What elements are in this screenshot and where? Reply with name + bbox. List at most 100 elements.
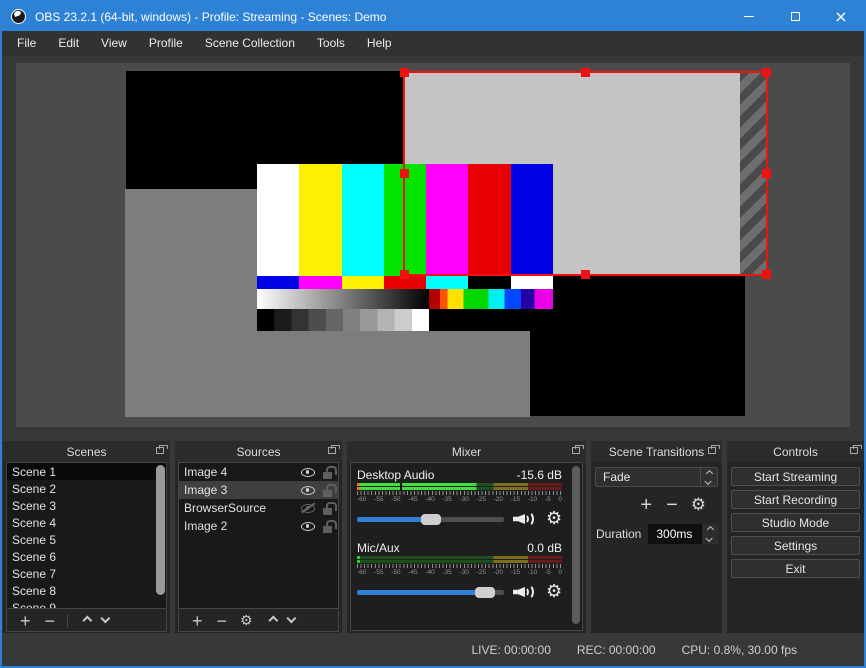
visibility-eye-icon[interactable] [301, 467, 315, 477]
cpu-fps-stats: CPU: 0.8%, 30.00 fps [681, 642, 797, 657]
scene-list-item[interactable]: Scene 2 [7, 480, 166, 497]
volume-slider[interactable] [357, 586, 504, 598]
remove-scene-button[interactable]: − [45, 612, 56, 630]
source-list-item[interactable]: Image 2 [179, 517, 338, 535]
unlock-icon[interactable] [323, 483, 337, 497]
move-source-up-button[interactable] [267, 615, 278, 626]
float-panel-icon[interactable] [328, 445, 340, 454]
volume-meter [357, 556, 562, 563]
colorbars-steps-row [257, 309, 553, 331]
scene-list-item[interactable]: Scene 3 [7, 497, 166, 514]
scene-list-item[interactable]: Scene 4 [7, 514, 166, 531]
resize-handle-mid-right[interactable] [762, 168, 771, 178]
mixer-panel: Mixer Desktop Audio -15.6 dB -60 -55 -50-… [347, 441, 586, 633]
menu-edit[interactable]: Edit [47, 31, 90, 56]
source-list-item[interactable]: BrowserSource [179, 499, 338, 517]
start-recording-button[interactable]: Start Recording [731, 490, 860, 509]
visibility-eye-icon[interactable] [301, 485, 315, 495]
video-canvas[interactable] [16, 63, 850, 427]
resize-handle-bottom-left[interactable] [400, 270, 409, 279]
menu-tools[interactable]: Tools [306, 31, 356, 56]
resize-handle-top-right[interactable] [762, 68, 771, 77]
mixer-panel-title: Mixer [451, 444, 482, 459]
speaker-mute-icon[interactable] [512, 510, 536, 528]
transition-properties-gear-icon[interactable]: ⚙ [691, 496, 706, 514]
unlock-icon[interactable] [323, 465, 337, 479]
float-panel-icon[interactable] [156, 445, 168, 454]
volume-slider-handle[interactable] [474, 586, 495, 598]
channel-settings-gear-icon[interactable]: ⚙ [546, 510, 562, 528]
maximize-button[interactable] [772, 2, 818, 31]
start-streaming-button[interactable]: Start Streaming [731, 467, 860, 486]
menu-profile[interactable]: Profile [138, 31, 194, 56]
resize-handle-bottom-mid[interactable] [580, 270, 590, 279]
channel-name: Desktop Audio [357, 468, 435, 482]
scenes-toolbar: + − [6, 610, 167, 632]
transitions-panel-header: Scene Transitions [591, 441, 722, 462]
scene-list-item[interactable]: Scene 5 [7, 531, 166, 548]
volume-slider-handle[interactable] [420, 513, 441, 525]
move-scene-up-button[interactable] [82, 615, 93, 626]
remove-transition-button[interactable]: − [666, 495, 678, 515]
float-panel-icon[interactable] [708, 445, 720, 454]
sources-list: Image 4 Image 3 BrowserSource Image 2 [178, 462, 339, 609]
source-properties-gear-icon[interactable]: ⚙ [240, 614, 253, 628]
add-transition-button[interactable]: + [640, 495, 652, 515]
menu-view[interactable]: View [90, 31, 138, 56]
menu-help[interactable]: Help [356, 31, 403, 56]
visibility-eye-icon[interactable] [301, 521, 315, 531]
rec-time: REC: 00:00:00 [576, 642, 656, 657]
menu-file[interactable]: File [6, 31, 47, 56]
meter-ticks [357, 491, 562, 495]
resize-handle-top-mid[interactable] [580, 68, 590, 77]
scenes-scrollbar[interactable] [156, 465, 165, 595]
chevron-down-icon [704, 477, 712, 485]
mixer-scrollbar[interactable] [572, 466, 580, 624]
close-button[interactable]: × [818, 2, 864, 31]
resize-handle-bottom-right[interactable] [762, 270, 771, 279]
float-panel-icon[interactable] [850, 445, 862, 454]
remove-source-button[interactable]: − [217, 612, 228, 630]
transition-selected-value: Fade [603, 470, 631, 484]
channel-settings-gear-icon[interactable]: ⚙ [546, 583, 562, 601]
scenes-list: Scene 1 Scene 2 Scene 3 Scene 4 Scene 5 … [6, 462, 167, 609]
source-list-item[interactable]: Image 4 [179, 463, 338, 481]
minimize-icon [744, 16, 754, 17]
menubar: File Edit View Profile Scene Collection … [2, 31, 864, 56]
resize-handle-mid-left[interactable] [400, 168, 409, 178]
maximize-icon [790, 12, 800, 21]
unlock-icon[interactable] [323, 519, 337, 533]
resize-handle-top-left[interactable] [400, 68, 409, 77]
move-scene-down-button[interactable] [100, 613, 111, 624]
source-list-item[interactable]: Image 3 [179, 481, 338, 499]
add-scene-button[interactable]: + [20, 612, 31, 630]
menu-scene-collection[interactable]: Scene Collection [194, 31, 306, 56]
unlock-icon[interactable] [323, 501, 337, 515]
duration-value[interactable]: 300ms [648, 524, 702, 544]
exit-button[interactable]: Exit [731, 559, 860, 578]
scene-list-item[interactable]: Scene 1 [7, 463, 166, 480]
move-source-down-button[interactable] [286, 613, 296, 624]
obs-window: OBS 23.2.1 (64-bit, windows) - Profile: … [0, 0, 866, 668]
transition-select[interactable]: Fade [595, 467, 718, 487]
settings-button[interactable]: Settings [731, 536, 860, 555]
combo-arrows[interactable] [700, 468, 717, 486]
float-panel-icon[interactable] [572, 445, 584, 454]
studio-mode-button[interactable]: Studio Mode [731, 513, 860, 532]
scene-list-item[interactable]: Scene 8 [7, 582, 166, 599]
source-selection-box[interactable] [400, 68, 771, 279]
visibility-eye-off-icon[interactable] [301, 503, 315, 513]
add-source-button[interactable]: + [192, 612, 203, 630]
duration-spin-arrows[interactable] [702, 524, 718, 544]
speaker-mute-icon[interactable] [512, 583, 536, 601]
scenes-panel: Scenes Scene 1 Scene 2 Scene 3 Scene 4 S… [3, 441, 170, 633]
volume-slider[interactable] [357, 513, 504, 525]
duration-spinbox[interactable]: 300ms [648, 524, 718, 544]
toolbar-separator [67, 613, 69, 628]
chevron-down-icon [705, 534, 713, 543]
scene-list-item[interactable]: Scene 7 [7, 565, 166, 582]
scene-list-item[interactable]: Scene 6 [7, 548, 166, 565]
minimize-button[interactable] [726, 2, 772, 31]
sources-panel-header: Sources [175, 441, 342, 462]
scene-list-item[interactable]: Scene 9 [7, 599, 166, 609]
